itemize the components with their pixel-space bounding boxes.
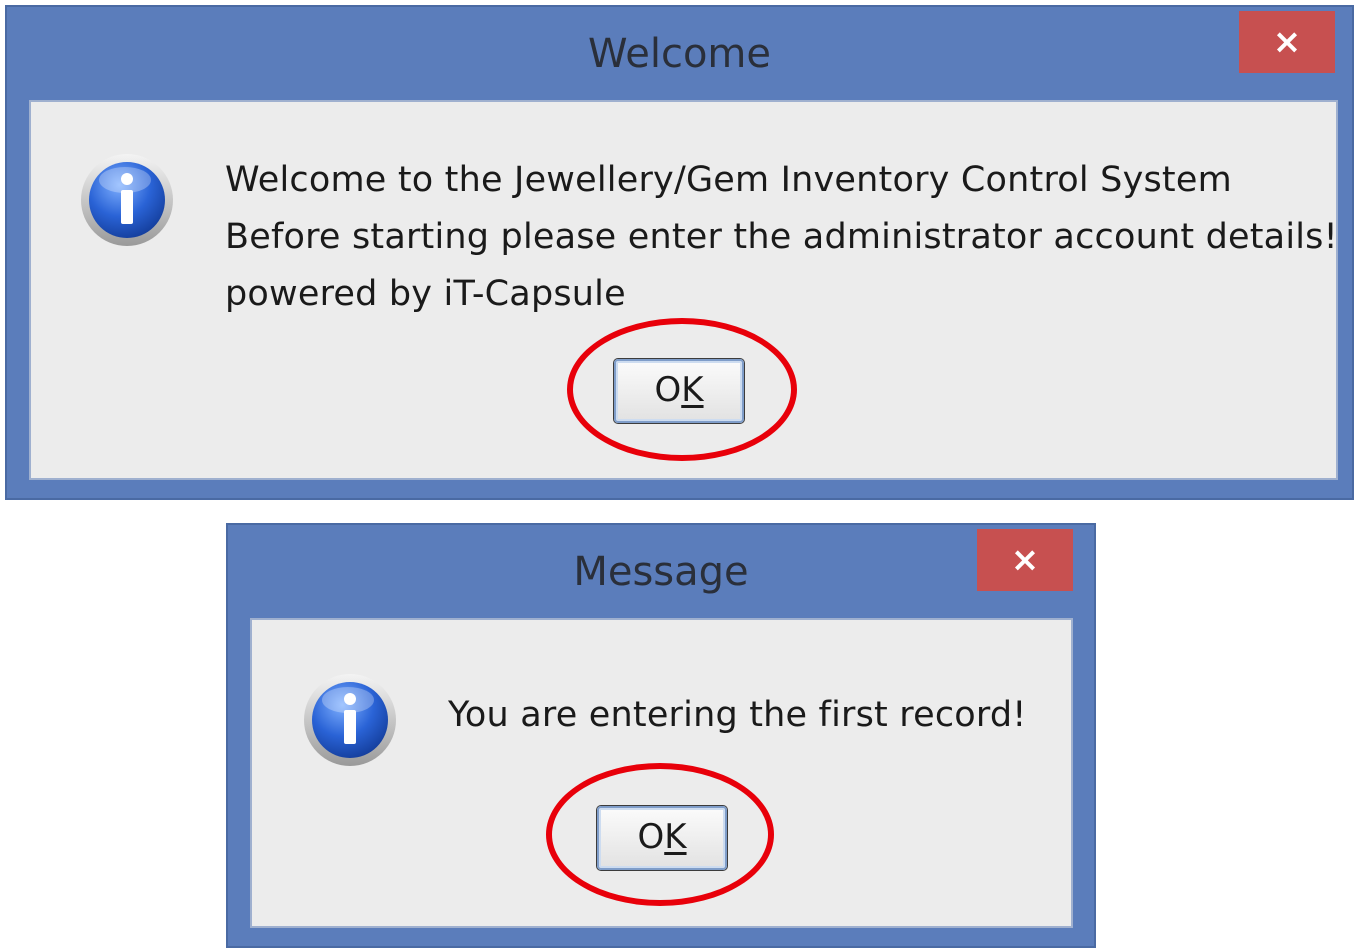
info-icon — [304, 674, 396, 766]
dialog-message: You are entering the first record! — [448, 687, 1027, 744]
message-line: Before starting please enter the adminis… — [225, 217, 1338, 257]
message-line: Welcome to the Jewellery/Gem Inventory C… — [225, 160, 1232, 200]
dialog-body: You are entering the first record! OK — [250, 618, 1073, 928]
close-button[interactable]: × — [977, 529, 1073, 591]
dialog-title: Welcome — [588, 31, 771, 77]
dialog-title: Message — [573, 549, 749, 595]
close-button[interactable]: × — [1239, 11, 1335, 73]
ok-mnemonic: K — [681, 370, 704, 410]
message-dialog: Message × You are entering the first rec… — [226, 523, 1096, 948]
ok-mnemonic: K — [664, 817, 687, 857]
ok-button[interactable]: OK — [614, 359, 744, 423]
info-icon — [81, 154, 173, 246]
welcome-dialog: Welcome × Welcome to the Jewellery/Gem I… — [5, 5, 1354, 500]
ok-button[interactable]: OK — [597, 806, 727, 870]
ok-label: O — [637, 817, 665, 857]
dialog-message: Welcome to the Jewellery/Gem Inventory C… — [225, 152, 1338, 323]
message-line: powered by iT-Capsule — [225, 274, 626, 314]
message-line: You are entering the first record! — [448, 695, 1027, 735]
dialog-body: Welcome to the Jewellery/Gem Inventory C… — [29, 100, 1338, 480]
ok-label: O — [654, 370, 682, 410]
